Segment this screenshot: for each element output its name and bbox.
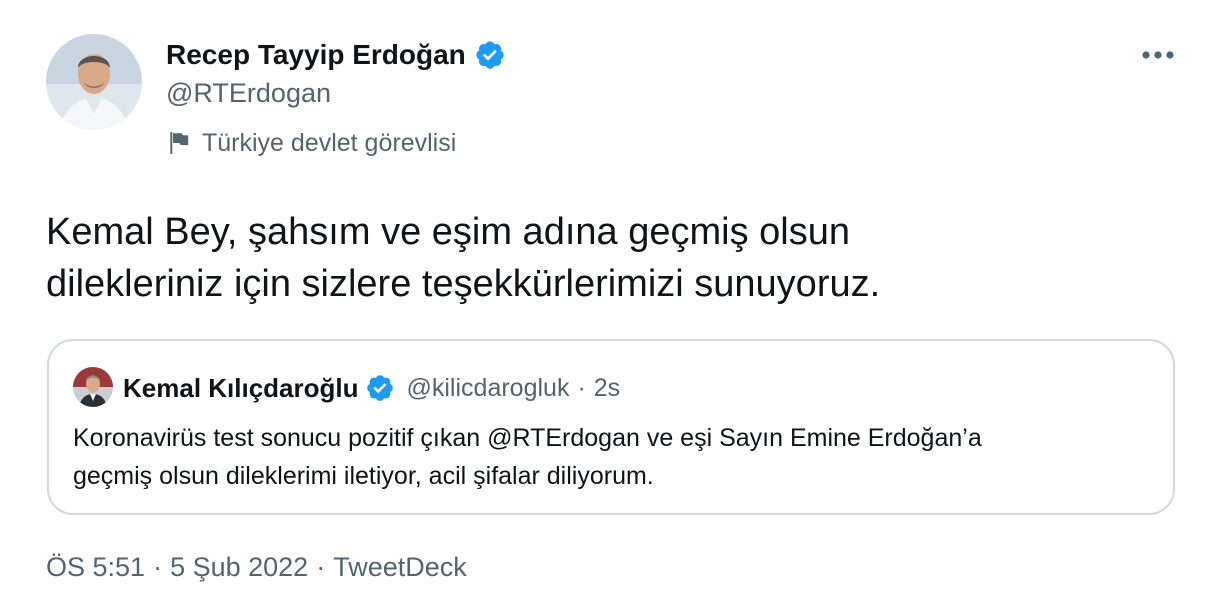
flag-icon xyxy=(166,130,192,156)
quoted-tweet-text: Koronavirüs test sonucu pozitif çıkan @R… xyxy=(73,419,1153,495)
affiliation-label: Türkiye devlet görevlisi xyxy=(202,128,457,157)
tweet-date[interactable]: 5 Şub 2022 xyxy=(170,552,308,583)
author-handle[interactable]: @RTErdogan xyxy=(166,78,331,109)
quoted-author-avatar[interactable] xyxy=(73,367,113,407)
tweet-meta-row: ÖS 5:51 · 5 Şub 2022 · TweetDeck xyxy=(46,552,467,583)
author-name-row: Recep Tayyip Erdoğan xyxy=(166,36,506,74)
affiliation-label-row: Türkiye devlet görevlisi xyxy=(166,126,456,160)
more-horizontal-icon xyxy=(1142,51,1174,59)
verified-badge-icon xyxy=(365,373,395,403)
quoted-author-avatar-image xyxy=(73,367,113,407)
author-avatar-image xyxy=(46,34,142,130)
quoted-author-handle[interactable]: @kilicdarogluk xyxy=(407,374,570,403)
tweet-text: Kemal Bey, şahsım ve eşim adına geçmiş o… xyxy=(46,206,1166,310)
tweet-source-link[interactable]: TweetDeck xyxy=(333,552,467,583)
meta-separator: · xyxy=(316,552,326,582)
author-avatar[interactable] xyxy=(46,34,142,130)
quoted-tweet-text-line: Koronavirüs test sonucu pozitif çıkan @R… xyxy=(73,424,982,452)
verified-badge-icon xyxy=(474,39,506,71)
tweet-text-line: dilekleriniz için sizlere teşekkürlerimi… xyxy=(46,263,881,305)
tweet-time[interactable]: ÖS 5:51 xyxy=(46,552,145,583)
more-options-button[interactable] xyxy=(1136,40,1180,70)
quoted-tweet-separator: · xyxy=(577,373,586,402)
quoted-tweet-card[interactable]: Kemal Kılıçdaroğlu @kilicdarogluk · 2s K… xyxy=(47,339,1175,515)
quoted-author-display-name[interactable]: Kemal Kılıçdaroğlu xyxy=(123,373,359,404)
quoted-tweet-time[interactable]: 2s xyxy=(594,374,620,403)
meta-separator: · xyxy=(153,552,163,582)
quoted-tweet-text-line: geçmiş olsun dileklerimi iletiyor, acil … xyxy=(73,462,654,490)
author-display-name[interactable]: Recep Tayyip Erdoğan xyxy=(166,39,466,71)
tweet-text-line: Kemal Bey, şahsım ve eşim adına geçmiş o… xyxy=(46,211,850,253)
quoted-tweet-header: Kemal Kılıçdaroğlu @kilicdarogluk · 2s xyxy=(123,368,620,408)
